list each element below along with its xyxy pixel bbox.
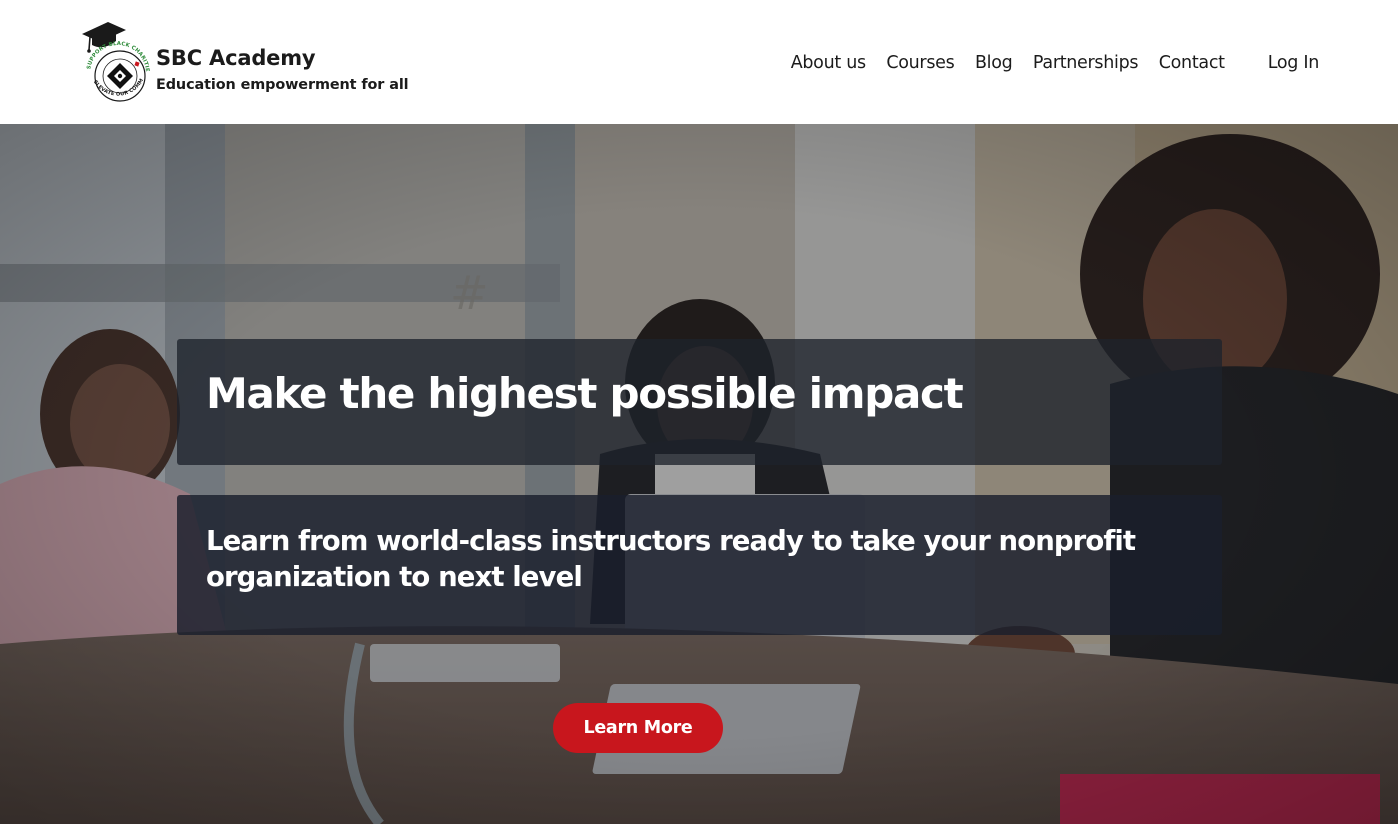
brand-tagline: Education empowerment for all bbox=[156, 77, 409, 93]
hero-subheadline: Learn from world-class instructors ready… bbox=[206, 525, 1136, 593]
headline-banner: Make the highest possible impact bbox=[177, 339, 1222, 465]
brand-name: SBC Academy bbox=[156, 46, 316, 70]
nav-link-blog[interactable]: Blog bbox=[975, 53, 1013, 73]
learn-more-button[interactable]: Learn More bbox=[553, 703, 723, 753]
site-header: SUPPORT BLACK CHARITIES ELEVATE OUR COMM… bbox=[0, 0, 1398, 124]
nav-link-courses[interactable]: Courses bbox=[886, 53, 954, 73]
brand-logo[interactable]: SUPPORT BLACK CHARITIES ELEVATE OUR COMM… bbox=[80, 18, 425, 104]
hero-headline: Make the highest possible impact bbox=[206, 369, 964, 418]
nav-link-contact[interactable]: Contact bbox=[1159, 53, 1225, 73]
hero-section: # Make the highest possible impact Learn… bbox=[0, 124, 1398, 824]
login-link[interactable]: Log In bbox=[1268, 53, 1320, 73]
subheadline-banner: Learn from world-class instructors ready… bbox=[177, 495, 1222, 635]
graduation-cap-seal-icon: SUPPORT BLACK CHARITIES ELEVATE OUR COMM… bbox=[80, 18, 150, 102]
main-nav: About us Courses Blog Partnerships Conta… bbox=[791, 49, 1320, 77]
nav-link-about-us[interactable]: About us bbox=[791, 53, 866, 73]
nav-link-partnerships[interactable]: Partnerships bbox=[1033, 53, 1139, 73]
